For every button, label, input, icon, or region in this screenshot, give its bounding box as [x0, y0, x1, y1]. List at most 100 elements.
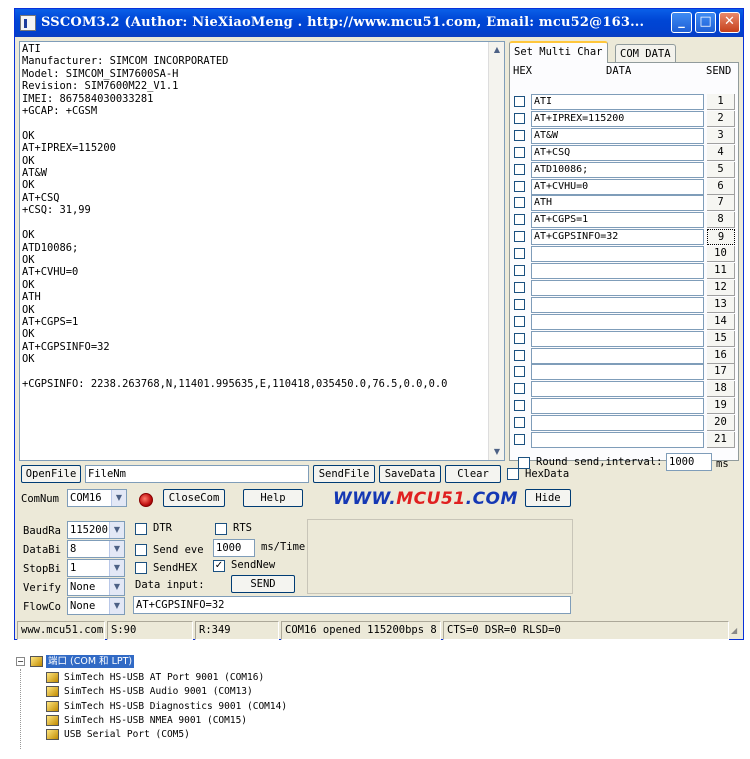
send-interval-input[interactable]: 1000 — [213, 539, 255, 557]
row-hex-checkbox[interactable] — [514, 248, 525, 260]
row-data-input[interactable] — [531, 313, 704, 330]
row-data-input[interactable] — [531, 432, 704, 448]
row-hex-checkbox[interactable] — [514, 197, 525, 209]
tab-set-multi-char[interactable]: Set Multi Char — [509, 41, 608, 63]
tree-category-ports[interactable]: 端口 (COM 和 LPT) — [46, 655, 135, 668]
row-send-button[interactable]: 1 — [707, 94, 735, 110]
row-send-button[interactable]: 13 — [707, 296, 735, 313]
row-hex-checkbox[interactable] — [514, 214, 525, 226]
row-hex-checkbox[interactable] — [514, 315, 525, 327]
row-data-input[interactable]: ATD10086; — [531, 161, 704, 178]
row-hex-checkbox[interactable] — [514, 129, 525, 141]
tree-item-port[interactable]: USB Serial Port (COM5) — [64, 728, 190, 741]
row-data-input[interactable]: AT+IPREX=115200 — [531, 110, 704, 127]
close-button[interactable]: ✕ — [719, 12, 740, 33]
help-button[interactable]: Help — [243, 489, 303, 507]
row-send-button[interactable]: 11 — [707, 263, 735, 279]
row-data-input[interactable] — [531, 364, 704, 381]
row-send-button[interactable]: 6 — [707, 178, 735, 195]
stop-bits-select[interactable]: 1 ▼ — [67, 559, 125, 577]
row-data-input[interactable] — [531, 415, 704, 432]
row-data-input[interactable] — [531, 263, 704, 279]
row-hex-checkbox[interactable] — [514, 383, 525, 395]
row-data-input[interactable]: AT+CGPSINFO=32 — [531, 229, 704, 246]
chevron-down-icon[interactable]: ▼ — [111, 490, 126, 506]
receive-scrollbar[interactable]: ▲ ▼ — [488, 42, 504, 460]
row-send-button[interactable]: 18 — [707, 381, 735, 398]
row-data-input[interactable]: AT+CVHU=0 — [531, 178, 704, 195]
row-send-button[interactable]: 4 — [707, 144, 735, 161]
row-send-button[interactable]: 3 — [707, 127, 735, 144]
baud-rate-select[interactable]: 115200 ▼ — [67, 521, 125, 539]
title-bar[interactable]: SSCOM3.2 (Author: NieXiaoMeng . http://w… — [15, 9, 743, 37]
row-data-input[interactable] — [531, 246, 704, 263]
row-hex-checkbox[interactable] — [514, 332, 525, 344]
row-hex-checkbox[interactable] — [514, 146, 525, 158]
dtr-checkbox[interactable] — [135, 523, 147, 535]
verify-select[interactable]: None ▼ — [67, 578, 125, 596]
row-data-input[interactable]: ATI — [531, 94, 704, 110]
row-data-input[interactable]: AT&W — [531, 127, 704, 144]
row-data-input[interactable] — [531, 398, 704, 415]
collapse-icon[interactable]: − — [16, 657, 25, 666]
row-send-button[interactable]: 20 — [707, 415, 735, 432]
receive-area[interactable]: ATI Manufacturer: SIMCOM INCORPORATED Mo… — [19, 41, 505, 461]
row-send-button[interactable]: 17 — [707, 364, 735, 381]
send-new-checkbox[interactable]: ✓ — [213, 560, 225, 572]
tab-com-data[interactable]: COM DATA — [615, 44, 676, 63]
row-data-input[interactable]: ATH — [531, 195, 704, 212]
row-send-button[interactable]: 15 — [707, 330, 735, 347]
row-send-button[interactable]: 2 — [707, 110, 735, 127]
row-hex-checkbox[interactable] — [514, 265, 525, 276]
row-hex-checkbox[interactable] — [514, 231, 525, 243]
row-data-input[interactable] — [531, 296, 704, 313]
tree-item-port[interactable]: SimTech HS-USB Audio 9001 (COM13) — [64, 685, 253, 698]
row-send-button[interactable]: 16 — [707, 347, 735, 364]
rts-checkbox[interactable] — [215, 523, 227, 535]
row-send-button[interactable]: 10 — [707, 246, 735, 263]
send-button[interactable]: SEND — [231, 575, 295, 593]
chevron-down-icon[interactable]: ▼ — [109, 579, 124, 595]
data-bits-select[interactable]: 8 ▼ — [67, 540, 125, 558]
row-hex-checkbox[interactable] — [514, 163, 525, 175]
chevron-down-icon[interactable]: ▼ — [109, 598, 124, 614]
row-hex-checkbox[interactable] — [514, 281, 525, 293]
row-send-button[interactable]: 5 — [707, 161, 735, 178]
com-num-select[interactable]: COM16 ▼ — [67, 489, 127, 507]
resize-grip-icon[interactable]: ◢ — [731, 625, 741, 637]
row-send-button[interactable]: 12 — [707, 279, 735, 296]
tree-item-port[interactable]: SimTech HS-USB AT Port 9001 (COM16) — [64, 671, 264, 684]
row-hex-checkbox[interactable] — [514, 112, 525, 124]
data-input-field[interactable]: AT+CGPSINFO=32 — [133, 596, 571, 614]
row-data-input[interactable] — [531, 279, 704, 296]
row-hex-checkbox[interactable] — [514, 298, 525, 310]
open-file-button[interactable]: OpenFile — [21, 465, 81, 483]
send-every-checkbox[interactable] — [135, 544, 147, 556]
row-hex-checkbox[interactable] — [514, 180, 525, 192]
chevron-down-icon[interactable]: ▼ — [109, 522, 124, 538]
row-send-button[interactable]: 19 — [707, 398, 735, 415]
row-hex-checkbox[interactable] — [514, 349, 525, 361]
send-hex-checkbox[interactable] — [135, 562, 147, 574]
row-hex-checkbox[interactable] — [514, 96, 525, 107]
hide-button[interactable]: Hide — [525, 489, 571, 507]
row-hex-checkbox[interactable] — [514, 417, 525, 429]
row-send-button[interactable]: 7 — [707, 195, 735, 212]
send-file-button[interactable]: SendFile — [313, 465, 375, 483]
chevron-down-icon[interactable]: ▼ — [109, 541, 124, 557]
save-data-button[interactable]: SaveData — [379, 465, 441, 483]
row-send-button[interactable]: 9 — [707, 229, 735, 246]
row-data-input[interactable]: AT+CGPS=1 — [531, 212, 704, 229]
row-data-input[interactable] — [531, 347, 704, 364]
hex-data-checkbox[interactable] — [507, 468, 519, 480]
scroll-up-icon[interactable]: ▲ — [490, 43, 504, 57]
tree-item-port[interactable]: SimTech HS-USB Diagnostics 9001 (COM14) — [64, 700, 287, 713]
chevron-down-icon[interactable]: ▼ — [109, 560, 124, 576]
row-data-input[interactable] — [531, 330, 704, 347]
row-send-button[interactable]: 14 — [707, 313, 735, 330]
row-send-button[interactable]: 8 — [707, 212, 735, 229]
row-send-button[interactable]: 21 — [707, 432, 735, 448]
close-com-button[interactable]: CloseCom — [163, 489, 225, 507]
row-hex-checkbox[interactable] — [514, 434, 525, 445]
row-hex-checkbox[interactable] — [514, 366, 525, 378]
